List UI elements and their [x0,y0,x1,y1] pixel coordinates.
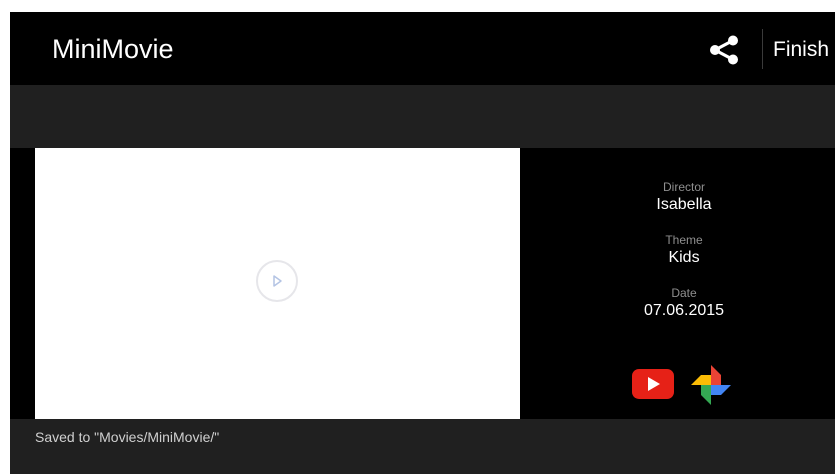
movie-content: Director Isabella Theme Kids Date 07.06.… [10,148,835,419]
share-icon [710,35,738,65]
app-title: MiniMovie [52,34,174,64]
theme-value: Kids [668,249,700,266]
google-photos-icon [691,365,731,405]
status-bar: Saved to "Movies/MiniMovie/" [10,419,835,474]
status-message: Saved to "Movies/MiniMovie/" [35,429,220,445]
app-screen: MiniMovie Finish Director Isabella Theme… [10,12,835,474]
director-label: Director [662,180,705,194]
sub-toolbar [10,85,835,148]
youtube-icon [632,369,674,399]
google-photos-button[interactable] [688,363,734,407]
date-value: 07.06.2015 [643,302,725,319]
share-button[interactable] [704,32,744,68]
finish-button[interactable]: Finish [773,36,829,64]
movie-info: Director Isabella Theme Kids Date 07.06.… [570,180,798,339]
toolbar-divider [762,29,763,69]
date-label: Date [671,286,697,300]
youtube-button[interactable] [632,369,674,399]
play-button[interactable] [256,260,298,302]
director-value: Isabella [656,196,712,213]
theme-label: Theme [665,233,703,247]
app-bar: MiniMovie Finish [10,12,835,85]
video-preview[interactable] [35,148,520,419]
play-icon [273,275,282,287]
share-targets [632,363,742,407]
